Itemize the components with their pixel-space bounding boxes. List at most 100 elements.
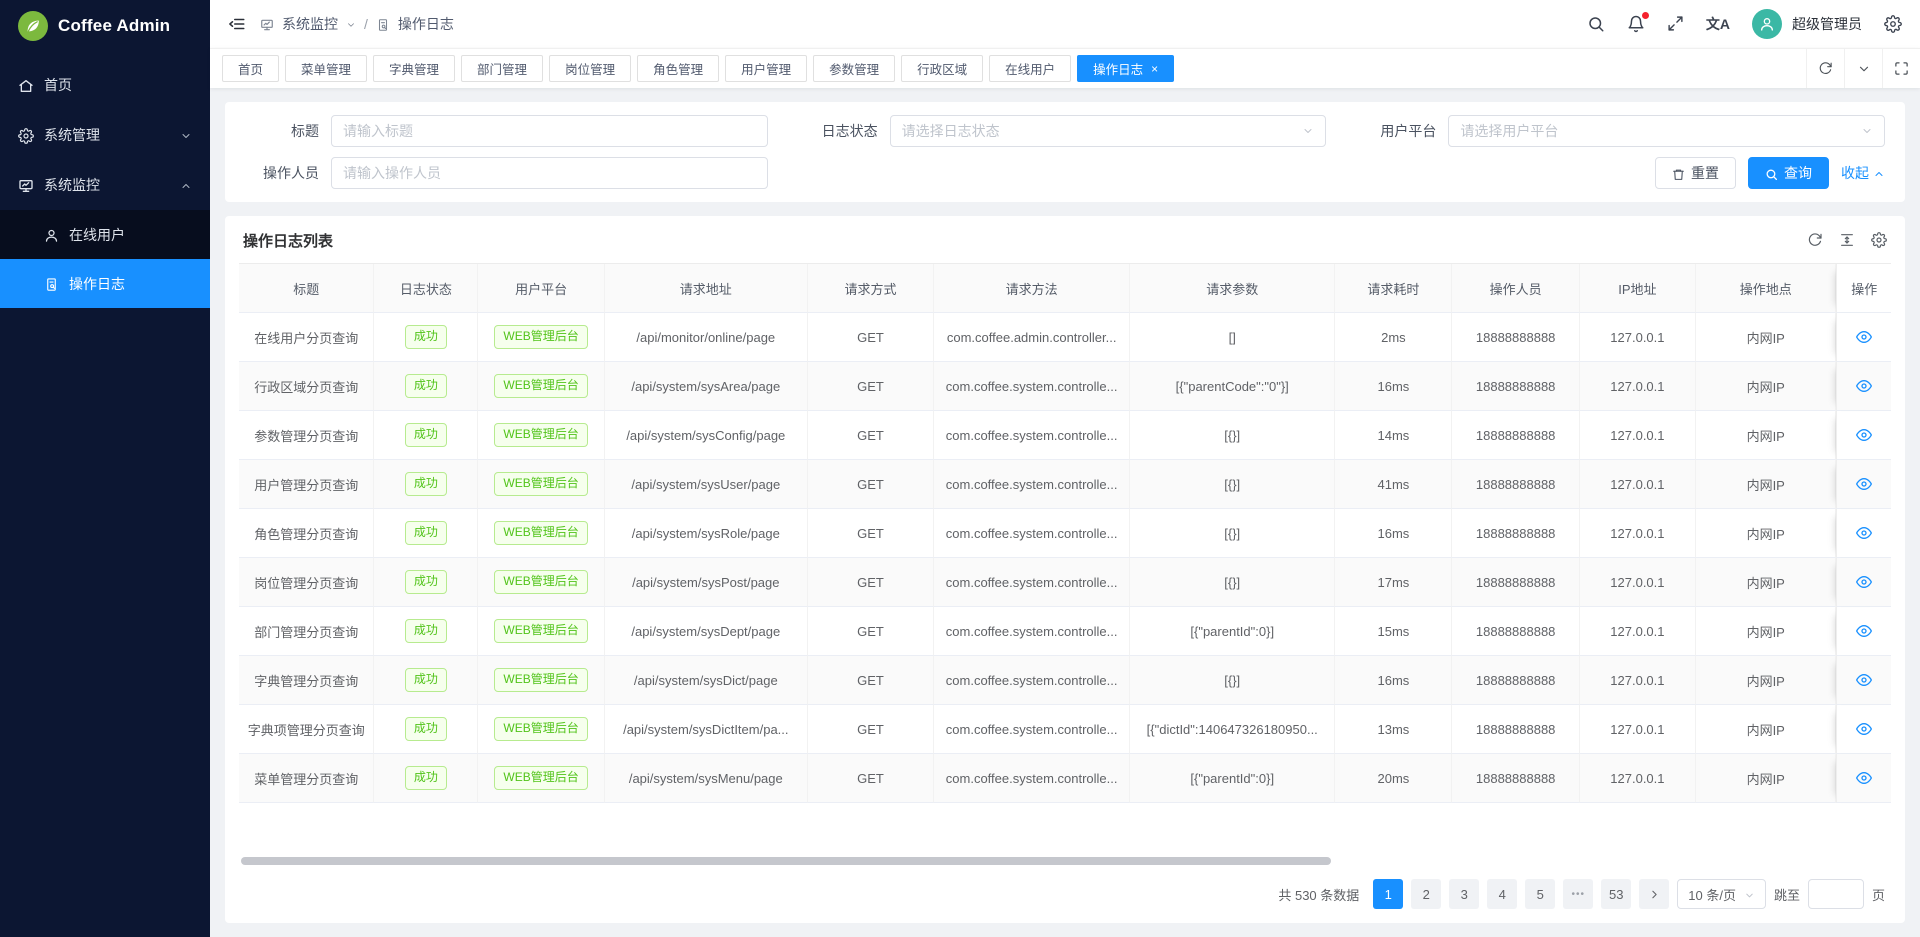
- sidebar-item-system-mgmt[interactable]: 系统管理: [0, 110, 210, 160]
- cell-actions: [1836, 460, 1891, 509]
- page-tab[interactable]: 用户管理 ×: [725, 55, 807, 82]
- column-header[interactable]: 请求耗时: [1335, 264, 1452, 313]
- cell-status: 成功: [374, 705, 478, 754]
- fullscreen-icon[interactable]: [1667, 15, 1684, 33]
- horizontal-scrollbar[interactable]: [241, 857, 1331, 865]
- page-number-button[interactable]: 2: [1411, 879, 1441, 909]
- avatar[interactable]: [1752, 9, 1782, 39]
- next-page-button[interactable]: [1639, 879, 1669, 909]
- page-number-button[interactable]: 53: [1601, 879, 1631, 909]
- log-file-icon: [376, 16, 390, 32]
- cell-location: 内网IP: [1696, 313, 1836, 362]
- collapse-filters-link[interactable]: 收起: [1841, 163, 1885, 183]
- page-tab[interactable]: 行政区域 ×: [901, 55, 983, 82]
- view-detail-button[interactable]: [1856, 525, 1872, 541]
- cell-operator: 18888888888: [1452, 411, 1579, 460]
- tab-close-icon[interactable]: ×: [1151, 63, 1158, 75]
- page-tab[interactable]: 在线用户 ×: [989, 55, 1071, 82]
- cell-request-params: [{"dictId":140647326180950...: [1130, 705, 1335, 754]
- settings-gear-icon[interactable]: [1884, 15, 1902, 33]
- breadcrumb-separator: /: [364, 16, 368, 32]
- leaf-logo-icon: [18, 11, 48, 41]
- page-tab[interactable]: 首页 ×: [222, 55, 279, 82]
- page-tab[interactable]: 字典管理 ×: [373, 55, 455, 82]
- breadcrumb: 系统监控 / 操作日志: [260, 14, 454, 34]
- breadcrumb-section[interactable]: 系统监控: [282, 14, 338, 34]
- page-number-button[interactable]: 5: [1525, 879, 1555, 909]
- page-number-button[interactable]: 3: [1449, 879, 1479, 909]
- notification-badge: [1642, 12, 1649, 19]
- page-tab[interactable]: 岗位管理 ×: [549, 55, 631, 82]
- cell-operator: 18888888888: [1452, 754, 1579, 803]
- column-header[interactable]: 操作: [1836, 264, 1891, 313]
- title-input[interactable]: [343, 123, 756, 139]
- cell-operator: 18888888888: [1452, 656, 1579, 705]
- chevron-down-icon: [180, 127, 192, 143]
- sidebar-item-online-users[interactable]: 在线用户: [0, 210, 210, 259]
- page-tab[interactable]: 菜单管理 ×: [285, 55, 367, 82]
- page-number-button[interactable]: •••: [1563, 879, 1593, 909]
- view-detail-button[interactable]: [1856, 329, 1872, 345]
- page-tab[interactable]: 部门管理 ×: [461, 55, 543, 82]
- translate-icon[interactable]: 文A: [1706, 14, 1730, 34]
- view-detail-button[interactable]: [1856, 574, 1872, 590]
- cell-platform: WEB管理后台: [478, 656, 604, 705]
- status-badge: 成功: [405, 766, 447, 790]
- view-detail-button[interactable]: [1856, 476, 1872, 492]
- column-header[interactable]: 操作地点: [1696, 264, 1836, 313]
- density-icon[interactable]: [1839, 232, 1855, 250]
- view-detail-button[interactable]: [1856, 623, 1872, 639]
- column-header[interactable]: 标题: [239, 264, 374, 313]
- user-name[interactable]: 超级管理员: [1792, 14, 1862, 34]
- page-number-button[interactable]: 1: [1373, 879, 1403, 909]
- cell-actions: [1836, 362, 1891, 411]
- column-header[interactable]: 请求地址: [605, 264, 808, 313]
- page-tab[interactable]: 角色管理 ×: [637, 55, 719, 82]
- view-detail-button[interactable]: [1856, 672, 1872, 688]
- app-logo[interactable]: Coffee Admin: [0, 0, 210, 52]
- page-number-button[interactable]: 4: [1487, 879, 1517, 909]
- cell-actions: [1836, 754, 1891, 803]
- chevron-down-icon[interactable]: [1844, 49, 1882, 88]
- column-header[interactable]: 请求方式: [808, 264, 934, 313]
- menu-fold-icon[interactable]: [228, 15, 246, 33]
- cell-ip: 127.0.0.1: [1580, 411, 1696, 460]
- sidebar-item-system-monitor[interactable]: 系统监控: [0, 160, 210, 210]
- cell-status: 成功: [374, 656, 478, 705]
- page-size-select[interactable]: 10 条/页: [1677, 879, 1766, 909]
- view-detail-button[interactable]: [1856, 378, 1872, 394]
- cell-operator: 18888888888: [1452, 460, 1579, 509]
- column-header[interactable]: 请求方法: [934, 264, 1130, 313]
- maximize-icon[interactable]: [1882, 49, 1920, 88]
- notification-bell-icon[interactable]: [1627, 15, 1645, 33]
- platform-badge: WEB管理后台: [494, 423, 587, 447]
- column-header[interactable]: 日志状态: [374, 264, 478, 313]
- refresh-icon[interactable]: [1807, 232, 1823, 250]
- chevron-down-icon: [346, 16, 356, 32]
- sidebar-item-home[interactable]: 首页: [0, 60, 210, 110]
- page-tab[interactable]: 参数管理 ×: [813, 55, 895, 82]
- view-detail-button[interactable]: [1856, 721, 1872, 737]
- reset-button[interactable]: 重置: [1655, 157, 1736, 189]
- view-detail-button[interactable]: [1856, 770, 1872, 786]
- page-tab[interactable]: 操作日志 ×: [1077, 55, 1174, 82]
- sidebar-item-label: 系统管理: [44, 125, 100, 145]
- search-button[interactable]: 查询: [1748, 157, 1829, 189]
- app-window: Coffee Admin 首页 系统管理 系统监控 在线用户: [0, 0, 1920, 937]
- settings-gear-icon[interactable]: [1871, 232, 1887, 250]
- jump-page-input[interactable]: [1808, 879, 1864, 909]
- status-badge: 成功: [405, 521, 447, 545]
- column-header[interactable]: 用户平台: [478, 264, 604, 313]
- tab-label: 操作日志: [1093, 59, 1143, 78]
- column-header[interactable]: 请求参数: [1130, 264, 1335, 313]
- search-icon[interactable]: [1587, 15, 1605, 33]
- refresh-icon[interactable]: [1806, 49, 1844, 88]
- column-header[interactable]: IP地址: [1580, 264, 1696, 313]
- platform-select[interactable]: 请选择用户平台: [1448, 115, 1885, 147]
- cell-request-method: GET: [808, 313, 934, 362]
- column-header[interactable]: 操作人员: [1452, 264, 1579, 313]
- status-select[interactable]: 请选择日志状态: [890, 115, 1327, 147]
- operator-input[interactable]: [343, 165, 756, 181]
- sidebar-item-operation-log[interactable]: 操作日志: [0, 259, 210, 308]
- view-detail-button[interactable]: [1856, 427, 1872, 443]
